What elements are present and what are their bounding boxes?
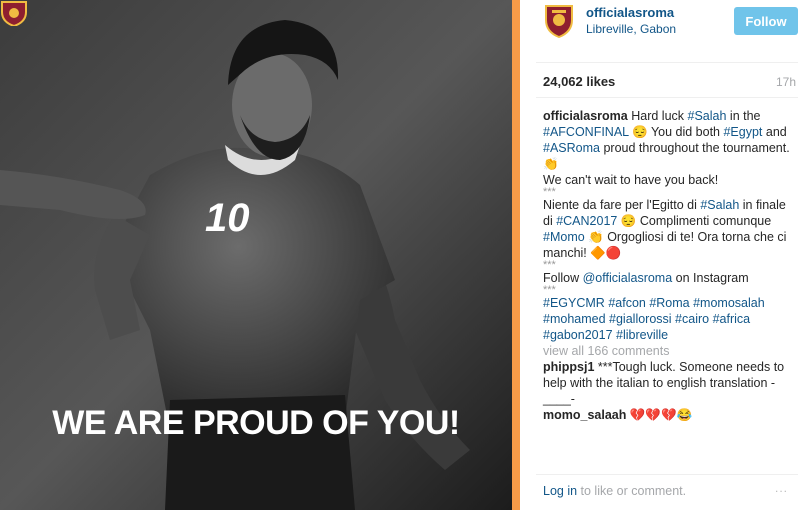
view-all-comments-link[interactable]: view all 166 comments <box>543 343 795 359</box>
avatar[interactable] <box>544 4 574 38</box>
hashtag[interactable]: #EGYCMR <box>543 296 605 310</box>
hashtag[interactable]: #AFCONFINAL <box>543 125 629 139</box>
caption-separator: *** <box>543 284 556 296</box>
post-header: officialasroma Libreville, Gabon Follow <box>520 0 800 54</box>
post-time: 17h <box>776 75 797 89</box>
comment-username[interactable]: momo_salaah <box>543 408 626 422</box>
post-photo: 10 WE ARE PROUD OF YOU! <box>0 0 512 510</box>
comment-username[interactable]: phippsj1 <box>543 360 594 374</box>
hashtag[interactable]: #Roma <box>649 296 689 310</box>
as-roma-crest-icon <box>1 1 27 26</box>
more-options-icon[interactable]: ... <box>775 481 788 495</box>
hashtag[interactable]: #ASRoma <box>543 141 600 155</box>
hashtag[interactable]: #libreville <box>616 328 668 342</box>
divider <box>536 474 798 475</box>
username[interactable]: officialasroma <box>586 5 674 20</box>
login-link[interactable]: Log in <box>543 484 577 498</box>
caption: officialasroma Hard luck #Salah in the #… <box>543 108 795 423</box>
hashtag-list: #EGYCMR #afcon #Roma #momosalah #mohamed… <box>543 295 795 343</box>
comment: phippsj1 ***Tough luck. Someone needs to… <box>543 359 795 407</box>
hashtag[interactable]: #momosalah <box>693 296 765 310</box>
caption-paragraph-3: Niente da fare per l'Egitto di #Salah in… <box>543 198 787 260</box>
caption-separator: *** <box>543 259 556 271</box>
comment-text: 💔💔💔😂 <box>626 408 693 422</box>
hashtag[interactable]: #africa <box>713 312 751 326</box>
mention-link[interactable]: @officialasroma <box>583 271 673 285</box>
caption-paragraph-4: Follow @officialasroma on Instagram <box>543 271 749 285</box>
caption-separator: *** <box>543 186 556 198</box>
shirt-number: 10 <box>205 196 250 240</box>
caption-paragraph-2: We can't wait to have you back! <box>543 173 719 187</box>
hashtag[interactable]: #mohamed <box>543 312 606 326</box>
hashtag[interactable]: #Momo <box>543 230 585 244</box>
hashtag[interactable]: #gabon2017 <box>543 328 613 342</box>
hashtag[interactable]: #Salah <box>700 198 739 212</box>
likes-count[interactable]: 24,062 likes <box>543 74 615 89</box>
caption-paragraph-1: officialasroma Hard luck #Salah in the #… <box>543 109 790 171</box>
divider <box>536 97 798 98</box>
hashtag[interactable]: #Salah <box>688 109 727 123</box>
post-sidebar: officialasroma Libreville, Gabon Follow … <box>520 0 800 510</box>
hashtag[interactable]: #CAN2017 <box>556 214 617 228</box>
hashtag[interactable]: #cairo <box>675 312 709 326</box>
hashtag[interactable]: #giallorossi <box>609 312 672 326</box>
comment: momo_salaah 💔💔💔😂 <box>543 407 795 423</box>
hashtag[interactable]: #Egypt <box>723 125 762 139</box>
location[interactable]: Libreville, Gabon <box>586 22 676 36</box>
photo-divider <box>512 0 520 510</box>
caption-username[interactable]: officialasroma <box>543 109 628 123</box>
login-prompt: Log in to like or comment. <box>543 484 687 498</box>
divider <box>536 62 798 63</box>
follow-button[interactable]: Follow <box>734 7 798 35</box>
post-headline: WE ARE PROUD OF YOU! <box>52 404 460 442</box>
hashtag[interactable]: #afcon <box>608 296 646 310</box>
post-footer: Log in to like or comment. ... <box>520 476 800 510</box>
